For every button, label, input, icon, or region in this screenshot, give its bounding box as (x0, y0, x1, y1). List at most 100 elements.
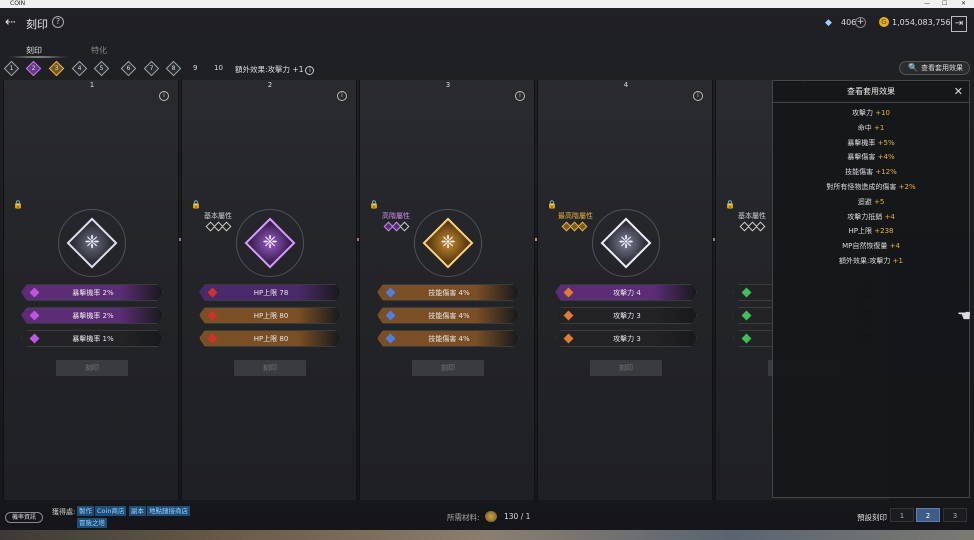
window-close-button[interactable]: ✕ (961, 0, 966, 8)
app-root: COIN — ☐ ✕ ⇠ 刻印 ? ◆ 406 + G 1,054,083,75… (0, 0, 974, 540)
effect-value: +5 (873, 197, 885, 206)
preset-label: 預設刻印 (857, 513, 887, 522)
diamond-icon: ◆ (825, 18, 832, 28)
add-diamond-button[interactable]: + (855, 17, 866, 28)
effect-name: 對所有怪物造成的傷害 (826, 182, 897, 191)
card-number: 4 (623, 81, 629, 89)
stat-slot-1[interactable]: 攻擊力 4 (555, 284, 697, 301)
lock-icon[interactable]: 🔒 (725, 200, 735, 209)
lock-icon[interactable]: 🔒 (369, 200, 379, 209)
probability-info-button[interactable]: 機率資訊 (5, 512, 43, 523)
engrave-button[interactable]: 刻印 (234, 360, 306, 376)
lock-icon[interactable]: 🔒 (13, 200, 23, 209)
tab-specialize[interactable]: 特化 (91, 45, 107, 56)
stat-text: 攻擊力 3 (613, 312, 641, 320)
engrave-button[interactable]: 刻印 (412, 360, 484, 376)
obtain-link-tower[interactable]: 冒險之塔 (77, 518, 107, 528)
engrave-button[interactable]: 刻印 (590, 360, 662, 376)
engrave-emblem[interactable]: ❈ (58, 209, 126, 277)
effect-value: +5% (877, 138, 895, 147)
engrave-emblem[interactable]: ❈ (414, 209, 482, 277)
card-info-icon[interactable]: i (693, 91, 703, 101)
stat-slot-3[interactable]: 暴擊機率 1% (21, 330, 163, 347)
search-icon: 🔍 (908, 63, 918, 72)
effect-name: 額外效果:攻擊力 (839, 256, 891, 265)
engrave-emblem[interactable]: ❈ (236, 209, 304, 277)
card-info-icon[interactable]: i (515, 91, 525, 101)
diamond-count: 406 (841, 18, 857, 27)
material-label: 所需材料: (447, 513, 480, 522)
engrave-button[interactable]: 刻印 (56, 360, 128, 376)
preset-button-2[interactable]: 2 (916, 508, 940, 522)
stat-slot-2[interactable]: HP上限 80 (199, 307, 341, 324)
effect-value: +238 (874, 227, 894, 236)
card-number: 1 (89, 81, 95, 89)
card-info-icon[interactable]: i (337, 91, 347, 101)
effect-value: +2% (898, 182, 916, 191)
knot-icon: ❈ (440, 232, 456, 253)
info-icon[interactable]: i (305, 65, 315, 75)
stat-slot-2[interactable]: 攻擊力 3 (555, 307, 697, 324)
effect-name: 命中 (857, 123, 872, 132)
step-6[interactable]: 6 (120, 60, 137, 77)
stat-slot-2[interactable]: 暴擊機率 2% (21, 307, 163, 324)
back-arrow-icon[interactable]: ⇠ (5, 16, 16, 30)
effect-name: HP上限 (848, 227, 873, 236)
view-applied-effects-button[interactable]: 🔍 查看套用效果 (899, 61, 970, 75)
engrave-card-2: 2 i 🔒 基本屬性 ❈ HP上限 78 HP上限 80 HP上限 80 刻印 (181, 80, 357, 500)
knot-icon: ❈ (262, 232, 278, 253)
effect-value: +1 (873, 123, 885, 132)
knot-icon: ❈ (618, 232, 634, 253)
effect-name: 攻擊力抵銷 (847, 212, 883, 221)
tab-active-underline (8, 56, 68, 58)
card-info-icon[interactable]: i (159, 91, 169, 101)
close-icon[interactable]: ✕ (954, 81, 963, 103)
maximize-button[interactable]: ☐ (942, 0, 947, 8)
stat-slot-3[interactable]: HP上限 80 (199, 330, 341, 347)
lock-icon[interactable]: 🔒 (547, 200, 557, 209)
page-title: 刻印 (26, 18, 48, 31)
obtain-link-location-shop[interactable]: 地點鏈接商店 (147, 506, 190, 516)
stat-slot-1[interactable]: 暴擊機率 2% (21, 284, 163, 301)
preset-button-1[interactable]: 1 (890, 508, 914, 522)
step-2[interactable]: 2 (25, 60, 42, 77)
pip (221, 221, 232, 232)
minimize-button[interactable]: — (924, 0, 930, 8)
gold-amount: 1,054,083,756 (892, 18, 951, 27)
stat-slot-3[interactable]: 攻擊力 3 (555, 330, 697, 347)
material-icon (485, 511, 497, 522)
tab-engrave[interactable]: 刻印 (26, 45, 42, 56)
exit-icon[interactable]: ⇥ (951, 16, 967, 32)
effect-name: MP自然恢復量 (842, 242, 888, 251)
step-7[interactable]: 7 (143, 60, 160, 77)
engrave-emblem[interactable]: ❈ (592, 209, 660, 277)
step-3[interactable]: 3 (48, 60, 65, 77)
effect-name: 攻擊力 (851, 109, 873, 117)
step-1[interactable]: 1 (3, 60, 20, 77)
obtain-link-dungeon[interactable]: 副本 (129, 506, 146, 516)
obtain-link-craft[interactable]: 製作 (77, 506, 94, 516)
effect-row: 攻擊力 +10 (773, 106, 969, 121)
effect-name: 迴避 (857, 197, 872, 206)
hand-cursor-icon: ☚ (957, 306, 972, 325)
lock-icon[interactable]: 🔒 (191, 200, 201, 209)
effect-row: HP上限 +238 (773, 224, 969, 239)
effect-value: +4 (884, 212, 895, 221)
pip (577, 221, 588, 232)
stat-slot-2[interactable]: 技能傷害 4% (377, 307, 519, 324)
extra-effect-text: 額外效果:攻擊力 +1 (235, 65, 304, 74)
effect-row: MP自然恢復量 +4 (773, 239, 969, 254)
window-title: COIN (10, 0, 26, 7)
preset-button-3[interactable]: 3 (943, 508, 967, 522)
stat-slot-3[interactable]: 技能傷害 4% (377, 330, 519, 347)
step-4[interactable]: 4 (71, 60, 88, 77)
step-8[interactable]: 8 (165, 60, 182, 77)
step-bar: 1 2 3 4 5 6 7 8 9 10 (0, 60, 974, 78)
panel-title: 查看套用效果 (847, 87, 895, 96)
help-icon[interactable]: ? (52, 16, 64, 28)
stat-slot-1[interactable]: HP上限 78 (199, 284, 341, 301)
step-5[interactable]: 5 (93, 60, 110, 77)
obtain-link-coin-shop[interactable]: Coin商店 (95, 506, 127, 516)
stat-slot-1[interactable]: 技能傷害 4% (377, 284, 519, 301)
extra-effect: 額外效果:攻擊力 +1 i (235, 64, 315, 75)
